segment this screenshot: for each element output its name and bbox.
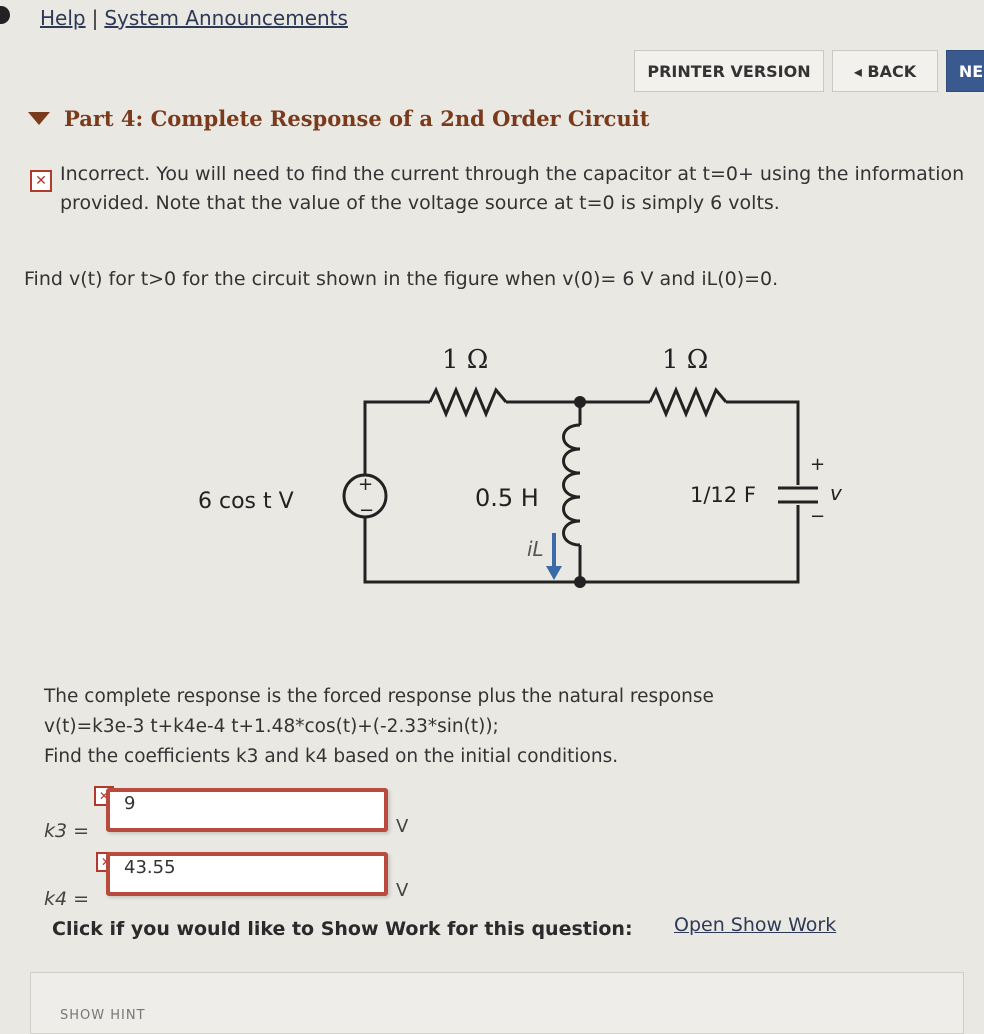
top-links: Help | System Announcements <box>40 6 348 30</box>
printer-version-button[interactable]: PRINTER VERSION <box>634 50 824 92</box>
junction-dot-bottom <box>574 576 586 588</box>
feedback-message: Incorrect. You will need to find the cur… <box>60 163 965 214</box>
inductor-icon <box>562 423 581 547</box>
next-button[interactable]: NE <box>946 50 984 92</box>
show-hint-button[interactable]: SHOW HINT <box>60 1008 146 1023</box>
resistor-r1-icon <box>428 386 508 418</box>
question-text: Find v(t) for t>0 for the circuit shown … <box>24 268 779 290</box>
source-label: 6 cos t V <box>198 489 294 514</box>
wire-right-top <box>726 400 800 485</box>
source-plus: + <box>358 474 373 495</box>
current-label: iL <box>527 537 544 561</box>
nav-separator: | <box>91 6 99 30</box>
incorrect-icon: ✕ <box>30 170 52 192</box>
help-link[interactable]: Help <box>40 6 86 30</box>
k3-unit: V <box>396 816 409 837</box>
response-equation: v(t)=k3e-3 t+k4e-4 t+1.48*cos(t)+(-2.33*… <box>44 716 499 737</box>
k4-input[interactable]: 43.55 <box>106 852 388 896</box>
resistor-r2-icon <box>648 386 728 418</box>
current-arrowhead-icon <box>546 566 562 580</box>
junction-dot-top <box>574 396 586 408</box>
source-minus: − <box>359 500 374 521</box>
r2-label: 1 Ω <box>662 345 708 375</box>
part-header[interactable]: Part 4: Complete Response of a 2nd Order… <box>28 106 649 131</box>
back-button[interactable]: ◂ BACK <box>832 50 938 92</box>
k3-input[interactable]: 9 <box>106 788 388 832</box>
capacitor-label: 1/12 F <box>690 483 756 507</box>
capacitor-voltage-label: v <box>830 481 843 505</box>
collapse-triangle-icon[interactable] <box>28 112 50 125</box>
response-line-1: The complete response is the forced resp… <box>44 686 714 707</box>
inductor-label: 0.5 H <box>475 484 539 512</box>
announcements-link[interactable]: System Announcements <box>104 6 348 30</box>
open-show-work-link[interactable]: Open Show Work <box>674 914 836 936</box>
k4-label: k4 = <box>44 888 90 910</box>
bullet-icon <box>0 6 10 24</box>
capacitor-plus: + <box>810 454 825 475</box>
bottom-panel <box>30 972 964 1034</box>
k3-label: k3 = <box>44 820 90 842</box>
show-work-prompt: Click if you would like to Show Work for… <box>52 918 633 940</box>
response-instruction: Find the coefficients k3 and k4 based on… <box>44 746 619 767</box>
k4-unit: V <box>396 880 409 901</box>
part-title: Part 4: Complete Response of a 2nd Order… <box>64 106 650 131</box>
response-block: The complete response is the forced resp… <box>44 682 714 772</box>
r1-label: 1 Ω <box>442 345 488 375</box>
wire-left-top <box>363 400 430 475</box>
capacitor-minus: − <box>810 506 825 527</box>
circuit-diagram: 1 Ω 1 Ω 6 cos t V + − 0.5 H iL 1/12 F + … <box>198 345 843 588</box>
